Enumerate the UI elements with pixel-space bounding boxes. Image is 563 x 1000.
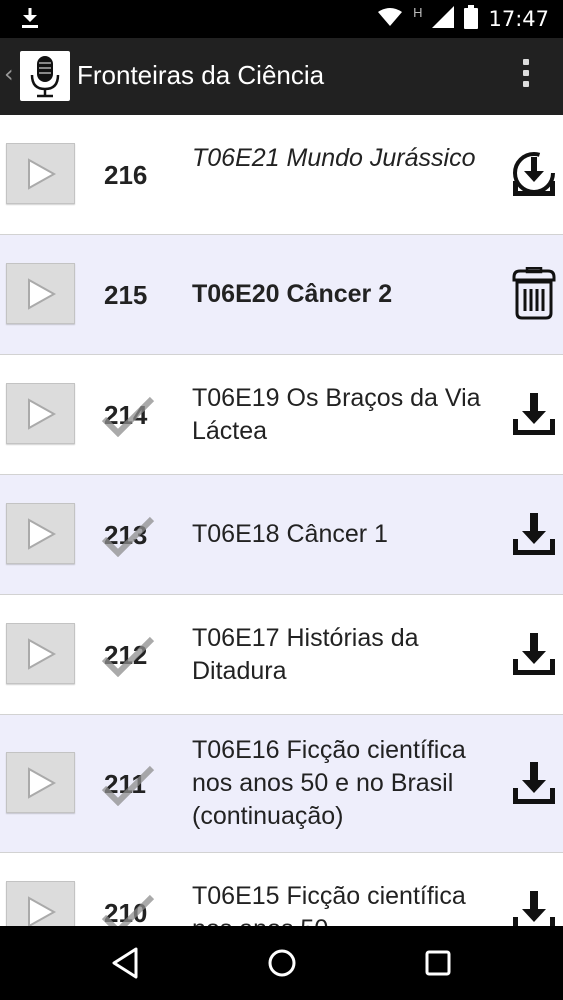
play-button[interactable] (6, 881, 75, 926)
episode-row[interactable]: 216 T06E21 Mundo Jurássico (0, 115, 563, 235)
delete-icon[interactable] (510, 266, 558, 326)
downloading-icon[interactable] (510, 151, 558, 204)
played-check-icon (100, 893, 156, 926)
download-icon[interactable] (510, 760, 558, 813)
app-bar: ‹ Fronteiras da Ciência (0, 38, 563, 115)
download-icon[interactable] (510, 511, 558, 564)
play-button[interactable] (6, 503, 75, 564)
episode-number: 215 (104, 280, 148, 310)
nav-recents-icon[interactable] (423, 946, 453, 985)
network-type-label: H (413, 4, 423, 20)
download-icon[interactable] (510, 631, 558, 684)
play-button[interactable] (6, 383, 75, 444)
played-check-icon (100, 515, 156, 562)
play-button[interactable] (6, 143, 75, 204)
played-check-icon (100, 764, 156, 811)
play-button[interactable] (6, 752, 75, 813)
nav-home-icon[interactable] (266, 946, 298, 985)
signal-icon (432, 5, 455, 33)
episode-row[interactable]: 212 T06E17 Histórias da Ditadura (0, 595, 563, 715)
episode-row[interactable]: 215 T06E20 Câncer 2 (0, 235, 563, 355)
microphone-logo-icon[interactable] (20, 51, 70, 101)
nav-back-icon[interactable] (110, 946, 140, 985)
episode-title: T06E20 Câncer 2 (192, 280, 393, 308)
app-title: Fronteiras da Ciência (77, 60, 325, 90)
episode-title: T06E19 Os Braços da Via Láctea (192, 384, 481, 445)
episode-title: T06E21 Mundo Jurássico (192, 144, 476, 172)
clock: 17:47 (488, 7, 549, 31)
navigation-bar (0, 926, 563, 1000)
play-button[interactable] (6, 623, 75, 684)
episode-row[interactable]: 214 T06E19 Os Braços da Via Láctea (0, 355, 563, 475)
played-check-icon (100, 635, 156, 682)
download-icon (18, 6, 42, 35)
episode-row[interactable]: 213 T06E18 Câncer 1 (0, 475, 563, 595)
download-icon[interactable] (510, 391, 558, 444)
battery-icon (464, 4, 479, 34)
download-icon[interactable] (510, 889, 558, 926)
episode-title: T06E17 Histórias da Ditadura (192, 624, 419, 685)
play-button[interactable] (6, 263, 75, 324)
episode-title: T06E18 Câncer 1 (192, 520, 388, 548)
played-check-icon (100, 395, 156, 442)
episode-list: 216 T06E21 Mundo Jurássico 215 T06E20 Câ… (0, 115, 563, 926)
episode-row[interactable]: 210 T06E15 Ficção científica nos anos 50 (0, 853, 563, 926)
episode-number: 216 (104, 160, 148, 190)
episode-row[interactable]: 211 T06E16 Ficção científica nos anos 50… (0, 715, 563, 853)
episode-title: T06E16 Ficção científica nos anos 50 e n… (192, 736, 466, 830)
back-chevron-icon[interactable]: ‹ (4, 60, 14, 88)
overflow-menu-icon[interactable] (521, 59, 531, 95)
wifi-icon (377, 7, 403, 32)
episode-title: T06E15 Ficção científica nos anos 50 (192, 882, 466, 926)
status-bar: H 17:47 (0, 0, 563, 38)
